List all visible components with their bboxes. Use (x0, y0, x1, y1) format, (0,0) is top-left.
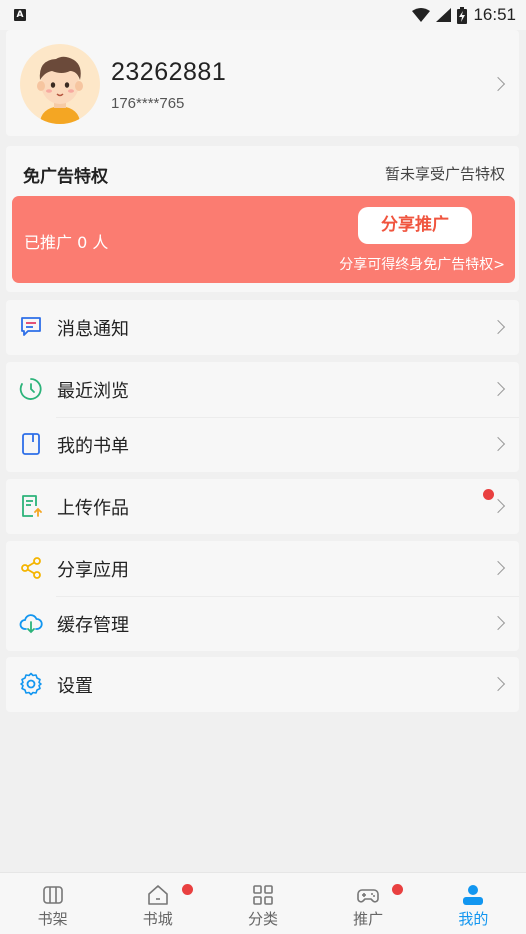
tab-bookshelf[interactable]: 书架 (0, 873, 105, 934)
upload-document-icon (22, 495, 42, 517)
person-icon (463, 885, 484, 905)
tab-category[interactable]: 分类 (210, 873, 315, 934)
chevron-right-icon (490, 381, 506, 397)
tab-promote-badge (391, 884, 403, 895)
menu-label-notifications: 消息通知 (57, 318, 129, 340)
tab-bookstore-badge (182, 884, 194, 895)
user-name: 23262881 (111, 58, 227, 86)
home-icon (147, 885, 168, 905)
ad-free-card: 免广告特权 暂未享受广告特权 已推广 0 人 分享推广 分享可得终身免广告特权> (6, 146, 519, 292)
gear-icon (20, 672, 42, 696)
clock: 16:51 (473, 5, 516, 24)
promo-banner: 已推广 0 人 分享推广 分享可得终身免广告特权> (12, 196, 515, 283)
tab-promote[interactable]: 推广 (316, 873, 421, 934)
menu-group-settings: 设置 (6, 657, 519, 712)
signal-icon (436, 8, 452, 22)
battery-charging-icon (457, 6, 468, 24)
menu-label-booklist: 我的书单 (57, 435, 129, 457)
cloud-download-icon (19, 614, 43, 634)
status-icons: 16:51 (412, 5, 516, 25)
upload-badge (483, 489, 494, 500)
avatar-illustration (37, 56, 83, 124)
chevron-right-icon (490, 676, 506, 692)
bottom-tab-bar: 书架 书城 分类 推广 我的 (0, 872, 526, 934)
menu-label-recent: 最近浏览 (57, 380, 129, 402)
chevron-right-icon (490, 615, 506, 631)
chevron-right-icon (490, 436, 506, 452)
tab-label-promote: 推广 (353, 910, 384, 928)
tab-mine[interactable]: 我的 (421, 873, 526, 934)
chevron-right-icon (490, 498, 506, 514)
menu-label-settings: 设置 (57, 675, 93, 697)
menu-group-browsing: 最近浏览 我的书单 (6, 362, 519, 472)
tab-label-category: 分类 (247, 910, 278, 928)
status-bar: A 16:51 (0, 0, 526, 30)
menu-label-cache: 缓存管理 (57, 614, 129, 636)
menu-label-upload: 上传作品 (57, 497, 129, 519)
menu-item-notifications[interactable]: 消息通知 (6, 300, 519, 355)
user-phone: 176****765 (111, 95, 185, 112)
profile-card[interactable]: 23262881 176****765 (6, 30, 519, 136)
ad-free-title: 免广告特权 (23, 167, 108, 187)
menu-item-booklist[interactable]: 我的书单 (6, 417, 519, 472)
tab-bookstore[interactable]: 书城 (105, 873, 210, 934)
message-icon (21, 317, 41, 336)
share-hint-link[interactable]: 分享可得终身免广告特权> (339, 254, 505, 274)
menu-item-upload[interactable]: 上传作品 (6, 479, 519, 534)
wifi-icon (412, 8, 431, 22)
tab-label-bookstore: 书城 (142, 910, 173, 928)
tab-label-bookshelf: 书架 (37, 910, 68, 928)
menu-group-upload: 上传作品 (6, 479, 519, 534)
share-icon (21, 557, 41, 579)
share-promote-button[interactable]: 分享推广 (358, 207, 472, 244)
book-icon (22, 433, 40, 455)
menu-item-settings[interactable]: 设置 (6, 657, 519, 712)
grid-icon (253, 885, 273, 905)
promoted-count: 已推广 0 人 (24, 233, 109, 252)
gamepad-icon (357, 889, 379, 903)
menu-item-cache[interactable]: 缓存管理 (6, 596, 519, 651)
chevron-right-icon (490, 76, 506, 92)
tab-label-mine: 我的 (458, 910, 489, 928)
menu-group-notifications: 消息通知 (6, 300, 519, 355)
notification-icon: A (14, 9, 26, 21)
ad-free-status: 暂未享受广告特权 (384, 165, 505, 183)
menu-label-share-app: 分享应用 (57, 559, 129, 581)
menu-item-share-app[interactable]: 分享应用 (6, 541, 519, 596)
chevron-right-icon (490, 319, 506, 335)
menu-group-app: 分享应用 缓存管理 (6, 541, 519, 651)
avatar[interactable] (20, 44, 100, 124)
clock-icon (19, 378, 42, 400)
menu-item-recent[interactable]: 最近浏览 (6, 362, 519, 417)
chevron-right-icon (490, 560, 506, 576)
bookshelf-icon (42, 886, 63, 904)
